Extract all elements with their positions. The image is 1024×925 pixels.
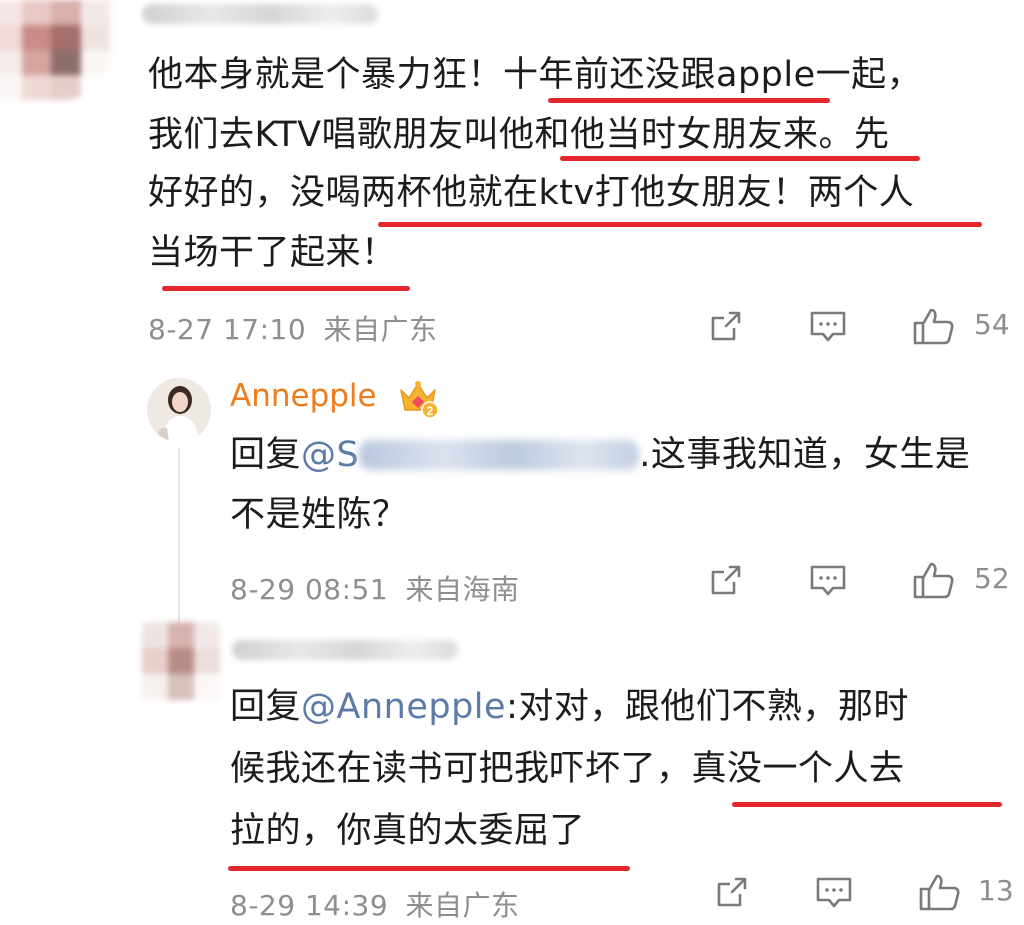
share-icon[interactable]	[706, 306, 746, 346]
share-icon[interactable]	[706, 560, 746, 600]
highlight-underline	[228, 866, 630, 871]
highlight-underline	[560, 156, 920, 161]
mention-blurred	[359, 440, 640, 470]
like-icon[interactable]	[912, 306, 956, 346]
comment-icon[interactable]	[808, 306, 848, 346]
highlight-underline	[378, 222, 982, 227]
like-count: 54	[974, 308, 1010, 341]
comment-text-line: 他本身就是个暴力狂！十年前还没跟apple一起，	[148, 55, 923, 95]
mention-link[interactable]: @S	[301, 435, 640, 475]
share-icon[interactable]	[712, 872, 752, 912]
reply-text-line: 候我还在读书可把我吓坏了，真没一个人去	[230, 749, 905, 789]
highlight-underline	[732, 802, 1002, 807]
avatar[interactable]	[142, 622, 220, 700]
like-icon[interactable]	[912, 560, 956, 600]
highlight-underline	[162, 286, 410, 291]
reply-text-line: 回复@Annepple:对对，跟他们不熟，那时	[230, 687, 909, 727]
reply-text-line: 拉的，你真的太委屈了	[230, 811, 586, 851]
username[interactable]: Annepple	[230, 378, 377, 414]
username-blurred[interactable]	[142, 4, 378, 24]
like-count: 13	[978, 874, 1014, 907]
thread-line	[178, 448, 180, 628]
mention-link[interactable]: @Annepple	[301, 687, 506, 727]
comment-text-line: 好好的，没喝两杯他就在ktv打他女朋友！两个人	[148, 173, 915, 213]
avatar[interactable]	[0, 0, 110, 100]
crown-badge-icon: 2	[400, 381, 439, 419]
reply-prefix: 回复	[230, 435, 302, 475]
highlight-underline	[548, 98, 830, 103]
like-count: 52	[974, 562, 1010, 595]
reply-text-line: 不是姓陈？	[230, 495, 408, 535]
comment-icon[interactable]	[808, 560, 848, 600]
svg-text:2: 2	[427, 404, 434, 418]
comment-text-line: 当场干了起来！	[148, 233, 397, 273]
comment-icon[interactable]	[814, 872, 854, 912]
avatar[interactable]	[147, 378, 211, 442]
comment-text-line: 我们去KTV唱歌朋友叫他和他当时女朋友来。先	[148, 115, 890, 155]
username-blurred[interactable]	[232, 640, 458, 660]
reply-prefix: 回复	[230, 687, 302, 727]
reply-text-line: 回复@S .这事我知道，女生是	[230, 435, 971, 475]
like-icon[interactable]	[918, 872, 962, 912]
